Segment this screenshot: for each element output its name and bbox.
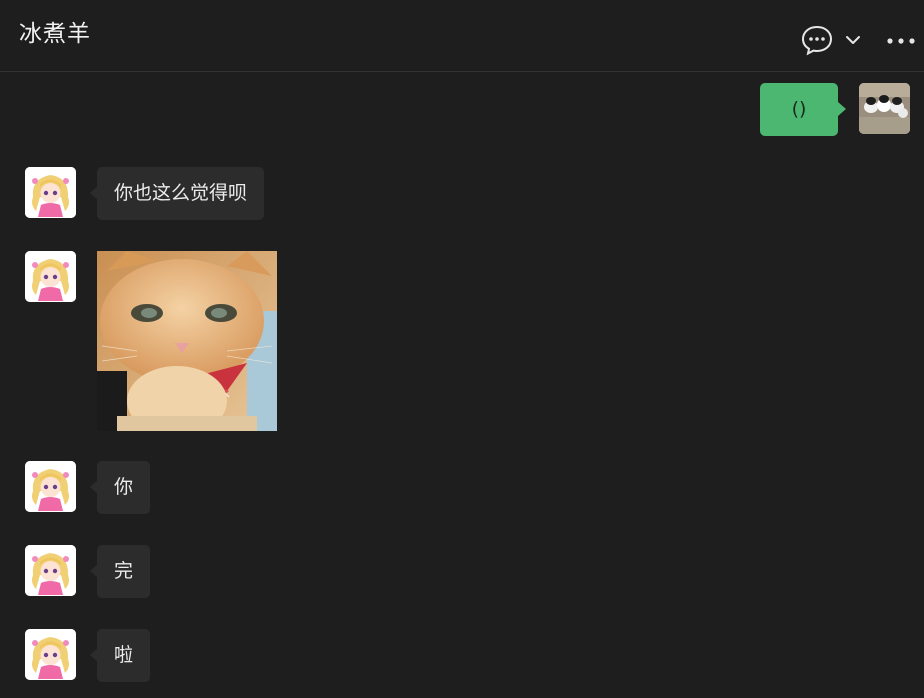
incoming-message-bubble[interactable]: 完 <box>89 545 151 598</box>
outgoing-message-bubble[interactable]: () <box>760 83 846 136</box>
message-text: 你也这么觉得呗 <box>114 182 248 204</box>
incoming-message-bubble[interactable]: 你也这么觉得呗 <box>89 167 265 220</box>
message-text: 啦 <box>114 644 134 666</box>
message-text: 完 <box>114 560 134 582</box>
contact-avatar[interactable] <box>25 167 76 218</box>
message-text: () <box>791 98 807 120</box>
chat-bubble-icon[interactable] <box>800 24 834 56</box>
contact-avatar[interactable] <box>25 251 76 302</box>
contact-avatar[interactable] <box>25 545 76 596</box>
contact-avatar[interactable] <box>25 461 76 512</box>
incoming-message-bubble[interactable]: 你 <box>89 461 151 514</box>
more-options-icon[interactable] <box>884 32 918 50</box>
message-text: 你 <box>114 476 134 498</box>
cat-image-message[interactable] <box>97 251 277 431</box>
incoming-message-bubble[interactable]: 啦 <box>89 629 151 682</box>
contact-avatar[interactable] <box>25 629 76 680</box>
my-avatar[interactable] <box>859 83 910 134</box>
chevron-down-icon[interactable] <box>844 30 862 50</box>
chat-header: 冰煮羊 <box>0 0 924 72</box>
chat-title: 冰煮羊 <box>19 21 91 47</box>
